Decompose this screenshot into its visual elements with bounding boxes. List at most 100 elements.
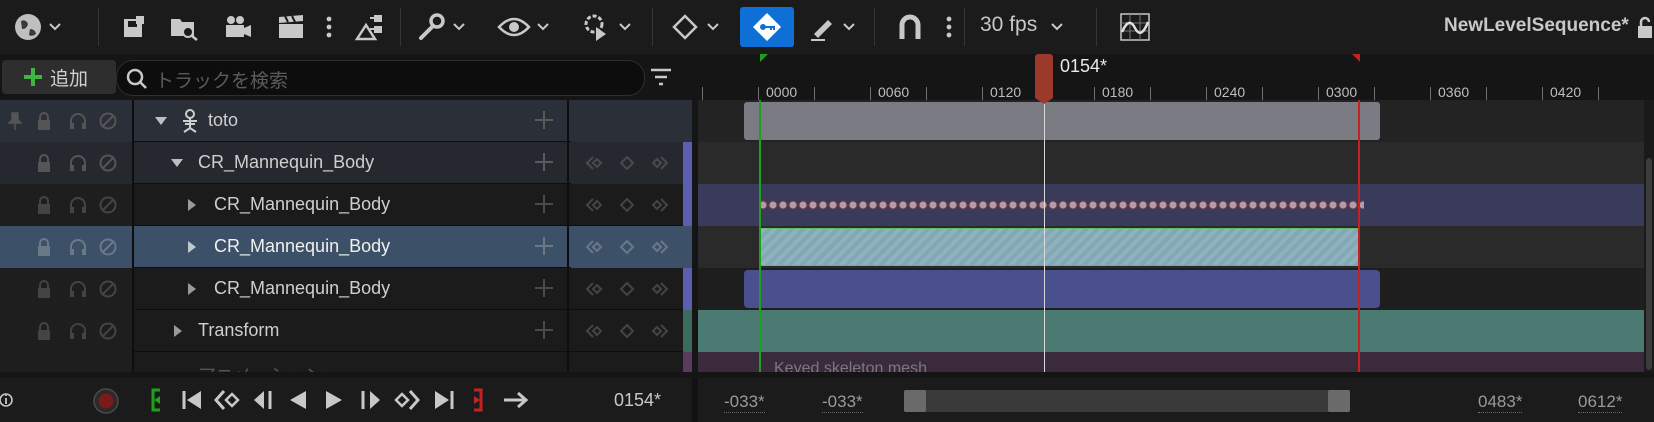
next-key-icon[interactable]	[649, 323, 669, 339]
disable-icon[interactable]	[98, 237, 118, 257]
set-start-icon[interactable]	[148, 388, 164, 412]
add-icon[interactable]	[532, 276, 556, 300]
lock-icon[interactable]	[36, 111, 52, 131]
more-options-icon[interactable]	[322, 8, 336, 46]
track-row-mannequin-body-child[interactable]: CR_Mannequin_Body	[0, 184, 692, 226]
next-key-icon[interactable]	[392, 388, 420, 412]
view-start-frame[interactable]: -033*	[724, 392, 765, 413]
set-end-icon[interactable]	[470, 388, 486, 412]
add-key-icon[interactable]	[617, 281, 637, 297]
chevron-down-icon[interactable]	[842, 20, 856, 34]
headphones-icon[interactable]	[68, 237, 88, 257]
headphones-icon[interactable]	[68, 321, 88, 341]
next-key-icon[interactable]	[649, 239, 669, 255]
expanded-arrow-icon[interactable]	[170, 157, 184, 169]
time-ruler[interactable]: 0000 0060 0120 0180 0240 0300 0360 0420	[698, 54, 1654, 100]
playback-end-line[interactable]	[1358, 100, 1360, 372]
lock-icon[interactable]	[36, 279, 52, 299]
add-key-icon[interactable]	[617, 155, 637, 171]
collapsed-arrow-icon[interactable]	[186, 282, 198, 296]
track-row-transform[interactable]: Transform	[0, 310, 692, 352]
lock-icon[interactable]	[36, 153, 52, 173]
world-icon[interactable]	[8, 8, 48, 46]
chevron-down-icon[interactable]	[618, 20, 632, 34]
previous-key-icon[interactable]	[585, 239, 605, 255]
previous-key-icon[interactable]	[585, 323, 605, 339]
add-track-button[interactable]: 追加	[2, 60, 116, 94]
disable-icon[interactable]	[98, 111, 118, 131]
playhead-handle[interactable]	[1035, 54, 1053, 98]
pen-icon[interactable]	[806, 8, 840, 46]
chevron-down-icon[interactable]	[48, 20, 62, 34]
previous-key-icon[interactable]	[585, 281, 605, 297]
working-start-frame[interactable]: -033*	[822, 392, 863, 413]
add-icon[interactable]	[532, 192, 556, 216]
headphones-icon[interactable]	[68, 153, 88, 173]
play-icon[interactable]	[322, 388, 346, 412]
current-frame-display[interactable]: 0154*	[614, 390, 661, 411]
record-button[interactable]	[92, 387, 120, 415]
expanded-arrow-icon[interactable]	[154, 115, 168, 127]
chevron-down-icon[interactable]	[452, 20, 466, 34]
pin-icon[interactable]	[8, 112, 22, 130]
next-key-icon[interactable]	[649, 281, 669, 297]
disable-icon[interactable]	[98, 153, 118, 173]
eye-icon[interactable]	[496, 8, 532, 46]
info-icon[interactable]	[0, 390, 16, 410]
hierarchy-icon[interactable]	[352, 8, 388, 46]
wrench-icon[interactable]	[414, 8, 448, 46]
loop-arrow-icon[interactable]	[502, 388, 530, 412]
collapsed-arrow-icon[interactable]	[186, 240, 198, 254]
auto-key-toggle[interactable]	[740, 7, 794, 47]
next-key-icon[interactable]	[649, 155, 669, 171]
keyframe-diamond-icon[interactable]	[668, 8, 702, 46]
add-key-icon[interactable]	[617, 197, 637, 213]
add-key-icon[interactable]	[617, 239, 637, 255]
add-icon[interactable]	[532, 234, 556, 258]
previous-key-icon[interactable]	[585, 155, 605, 171]
track-row-mannequin-body-child[interactable]: CR_Mannequin_Body	[0, 268, 692, 310]
disable-icon[interactable]	[98, 279, 118, 299]
add-icon[interactable]	[532, 318, 556, 342]
chevron-down-icon[interactable]	[536, 20, 550, 34]
add-icon[interactable]	[532, 150, 556, 174]
snap-magnet-icon[interactable]	[894, 8, 926, 46]
skeleton-section[interactable]	[744, 102, 1380, 140]
previous-key-icon[interactable]	[585, 197, 605, 213]
step-back-icon[interactable]	[250, 388, 276, 412]
collapsed-arrow-icon[interactable]	[172, 324, 184, 338]
track-row-mannequin-body-selected[interactable]: CR_Mannequin_Body	[0, 226, 692, 268]
horizontal-scrollbar[interactable]	[904, 390, 1350, 412]
chevron-down-icon[interactable]	[706, 20, 720, 34]
add-key-icon[interactable]	[617, 323, 637, 339]
frame-rate-selector[interactable]: 30 fps	[980, 13, 1037, 37]
lock-icon[interactable]	[36, 195, 52, 215]
vertical-scroll-thumb[interactable]	[1646, 158, 1652, 370]
selected-section[interactable]	[760, 228, 1360, 266]
more-options-icon[interactable]	[942, 8, 956, 46]
disable-icon[interactable]	[98, 321, 118, 341]
scroll-range-start-handle[interactable]	[904, 390, 926, 412]
previous-key-icon[interactable]	[214, 388, 242, 412]
headphones-icon[interactable]	[68, 279, 88, 299]
vertical-scrollbar[interactable]	[1644, 100, 1654, 372]
lock-icon[interactable]	[1636, 8, 1654, 46]
timeline-panel[interactable]: 0000 0060 0120 0180 0240 0300 0360 0420 …	[698, 54, 1654, 372]
mesh-section[interactable]	[744, 270, 1380, 308]
lock-icon[interactable]	[36, 237, 52, 257]
track-search-input[interactable]: トラックを検索	[116, 60, 645, 96]
keyframe-strip[interactable]	[758, 184, 1364, 226]
disable-icon[interactable]	[98, 195, 118, 215]
playback-settings-icon[interactable]	[580, 8, 616, 46]
step-forward-icon[interactable]	[358, 388, 384, 412]
play-reverse-icon[interactable]	[286, 388, 310, 412]
scroll-range-end-handle[interactable]	[1328, 390, 1350, 412]
track-row-toto[interactable]: toto	[0, 100, 692, 142]
playhead-line[interactable]	[1044, 100, 1045, 372]
add-icon[interactable]	[532, 108, 556, 132]
clapperboard-icon[interactable]	[274, 8, 308, 46]
view-end-frame[interactable]: 0612*	[1578, 392, 1623, 413]
browse-folder-icon[interactable]	[166, 8, 202, 46]
chevron-down-icon[interactable]	[1050, 20, 1064, 34]
headphones-icon[interactable]	[68, 111, 88, 131]
